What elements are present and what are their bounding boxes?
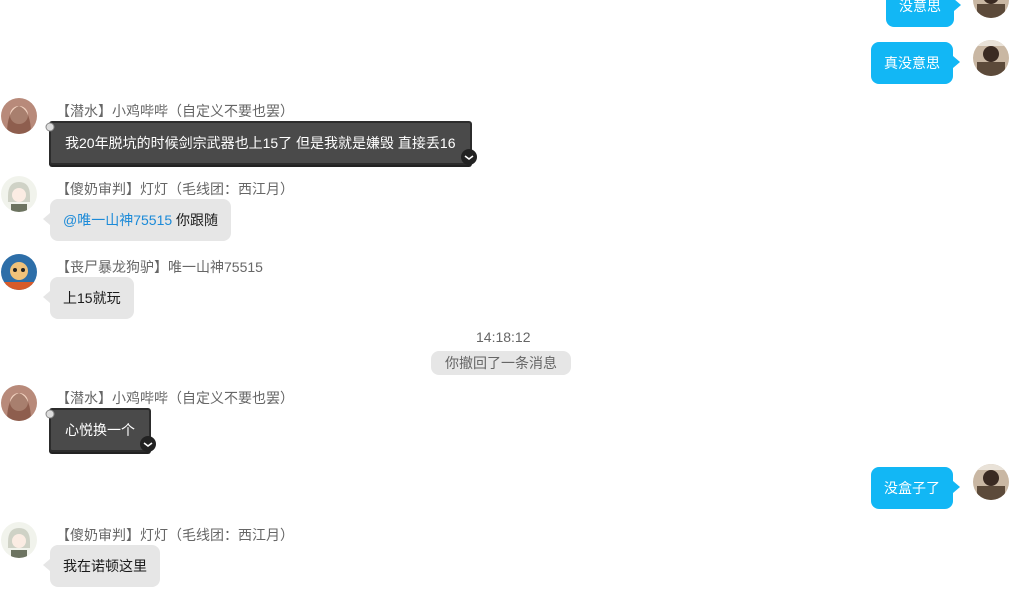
self-avatar[interactable] xyxy=(973,464,1009,500)
incoming-message-bubble[interactable]: 上15就玩 xyxy=(43,277,134,319)
message-text: 上15就玩 xyxy=(63,290,121,306)
message-text: 没盒子了 xyxy=(884,480,940,496)
incoming-message-bubble[interactable]: 我在诺顿这里 xyxy=(43,545,160,587)
bubble-decoration-icon xyxy=(45,119,55,139)
incoming-message-bubble[interactable]: 心悦换一个 xyxy=(45,408,156,452)
mention-link[interactable]: @唯一山神75515 xyxy=(63,212,172,228)
incoming-message-bubble[interactable]: @唯一山神75515 你跟随 xyxy=(42,199,232,241)
message-text: 我20年脱坑的时候剑宗武器也上15了 但是我就是嫌毁 直接丢16 xyxy=(65,135,456,151)
self-avatar[interactable] xyxy=(973,0,1009,18)
message-text: 你跟随 xyxy=(172,212,219,228)
sender-name: 【潜水】小鸡哔哔（自定义不要也罢） xyxy=(56,103,294,119)
outgoing-message-bubble[interactable]: 没盒子了 xyxy=(871,467,960,509)
incoming-message-bubble[interactable]: 我20年脱坑的时候剑宗武器也上15了 但是我就是嫌毁 直接丢16 xyxy=(45,121,477,165)
sender-name: 【傻奶审判】灯灯（毛线团：西江月） xyxy=(56,527,294,543)
message-text: 真没意思 xyxy=(884,55,940,71)
user-avatar[interactable] xyxy=(1,385,37,421)
bubble-decoration-icon xyxy=(460,148,478,171)
recall-notice: 你撤回了一条消息 xyxy=(431,351,571,375)
user-avatar[interactable] xyxy=(1,98,37,134)
outgoing-message-bubble[interactable]: 真没意思 xyxy=(871,42,960,84)
sender-name: 【丧尸暴龙狗驴】唯一山神75515 xyxy=(56,259,263,275)
message-timestamp: 14:18:12 xyxy=(476,329,531,345)
message-text: 我在诺顿这里 xyxy=(63,558,147,574)
sender-name: 【傻奶审判】灯灯（毛线团：西江月） xyxy=(56,181,294,197)
message-text: 没意思 xyxy=(899,0,941,14)
user-avatar[interactable] xyxy=(1,176,37,212)
user-avatar[interactable] xyxy=(1,254,37,290)
user-avatar[interactable] xyxy=(1,522,37,558)
bubble-decoration-icon xyxy=(45,406,55,426)
self-avatar[interactable] xyxy=(973,40,1009,76)
outgoing-message-bubble[interactable]: 没意思 xyxy=(886,0,961,27)
message-text: 心悦换一个 xyxy=(65,422,135,438)
bubble-decoration-icon xyxy=(139,435,157,458)
sender-name: 【潜水】小鸡哔哔（自定义不要也罢） xyxy=(56,390,294,406)
